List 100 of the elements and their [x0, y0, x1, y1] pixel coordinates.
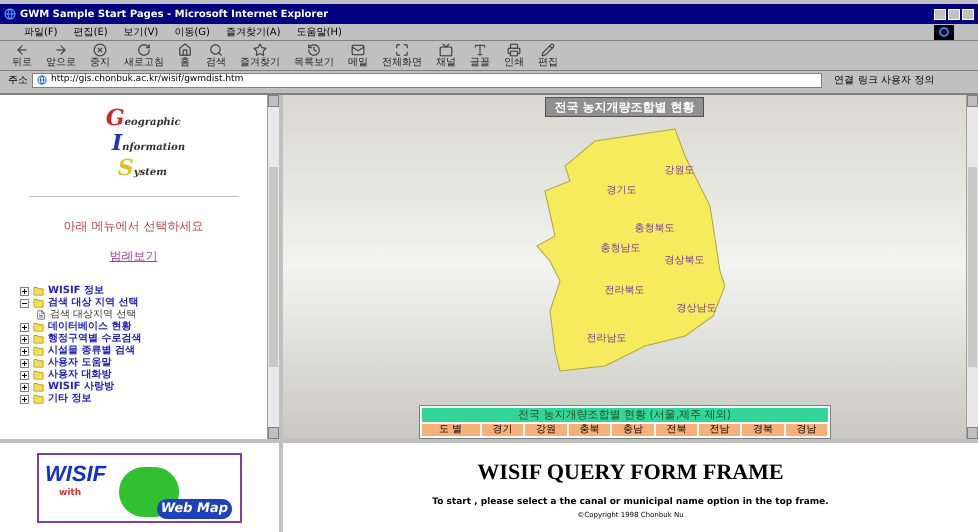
- plus-icon[interactable]: [20, 370, 29, 380]
- tree-item[interactable]: 시설물 종류별 검색: [20, 345, 142, 357]
- menu-item[interactable]: 보기(V): [124, 24, 158, 40]
- fullscreen-icon: [395, 43, 409, 57]
- folder-icon: [33, 358, 44, 368]
- toolbar-button[interactable]: 즐겨찾기: [240, 43, 280, 68]
- table-cell[interactable]: 전북: [656, 424, 697, 436]
- window-title: GWM Sample Start Pages - Microsoft Internet Explorer: [20, 8, 328, 22]
- menu-item[interactable]: 편집(E): [74, 24, 108, 40]
- table-cell[interactable]: 경북: [742, 424, 784, 436]
- tree-label: 검색 대상 지역 선택: [48, 297, 138, 309]
- province-label[interactable]: 충청북도: [634, 221, 674, 236]
- table-cell[interactable]: 경기: [482, 424, 524, 436]
- plus-icon[interactable]: [20, 394, 29, 404]
- toolbar-button[interactable]: 글꼴: [470, 43, 490, 68]
- page-icon: [37, 75, 47, 85]
- folder-icon: [33, 322, 44, 332]
- plus-icon[interactable]: [20, 358, 29, 368]
- folder-icon: [33, 298, 44, 308]
- frame-heading: WISIF QUERY FORM FRAME: [477, 458, 784, 486]
- pencil-icon: [541, 43, 555, 57]
- toolbar-button[interactable]: 뒤로: [12, 43, 32, 68]
- folder-icon: [33, 370, 44, 380]
- table-title: 전국 농지개량조합별 현황 (서울,제주 제외): [422, 408, 828, 422]
- page-icon: [36, 310, 46, 320]
- menu-item[interactable]: 파일(F): [24, 24, 58, 40]
- prompt-text: 아래 메뉴에서 선택하세요: [64, 218, 204, 235]
- tree-label: 데이터베이스 현황: [48, 321, 132, 333]
- toolbar-button[interactable]: 메일: [348, 43, 368, 68]
- tree-item[interactable]: 검색 대상 지역 선택: [20, 297, 142, 309]
- link[interactable]: 링크 사용자 정의: [858, 72, 934, 88]
- tree-item[interactable]: 기타 정보: [20, 393, 142, 405]
- toolbar-button[interactable]: 전체화면: [382, 43, 422, 68]
- menu-item[interactable]: 도움말(H): [296, 24, 342, 40]
- window-control-icon[interactable]: [962, 8, 974, 20]
- tree-item[interactable]: 사용자 대화방: [20, 369, 142, 381]
- table-cell[interactable]: 도 별: [422, 424, 480, 436]
- province-label[interactable]: 전라북도: [604, 283, 644, 298]
- table-cell[interactable]: 강원: [525, 424, 567, 436]
- table-cell[interactable]: 경남: [786, 424, 828, 436]
- toolbar-button[interactable]: 채널: [436, 43, 456, 68]
- plus-icon[interactable]: [20, 334, 29, 344]
- province-label[interactable]: 경기도: [606, 183, 636, 198]
- toolbar-button[interactable]: 편집: [538, 43, 558, 68]
- folder-icon: [33, 286, 44, 296]
- folder-icon: [33, 382, 44, 392]
- mail-icon: [351, 43, 365, 57]
- toolbar-button[interactable]: 앞으로: [46, 43, 76, 68]
- print-icon: [507, 43, 521, 57]
- instruction-text: To start , please select a the canal or municipal name option in the top frame.: [432, 496, 829, 509]
- legend-link[interactable]: 범례보기: [110, 247, 158, 265]
- table-cell[interactable]: 충북: [568, 424, 610, 436]
- toolbar-button[interactable]: 검색: [206, 43, 226, 68]
- province-label[interactable]: 충청남도: [600, 241, 640, 256]
- province-label[interactable]: 경상북도: [664, 253, 704, 268]
- toolbar-button[interactable]: 홈: [178, 43, 192, 68]
- toolbar-button[interactable]: 중지: [90, 43, 110, 68]
- plus-icon[interactable]: [20, 286, 29, 296]
- tree-label: 사용자 도움말: [48, 357, 112, 369]
- tree-item[interactable]: 사용자 도움말: [20, 357, 142, 369]
- address-field[interactable]: http://gis.chonbuk.ac.kr/wisif/gwmdist.htm: [32, 72, 822, 88]
- province-label[interactable]: 경상남도: [676, 301, 716, 316]
- window-control-icon[interactable]: [948, 8, 960, 20]
- map-title: 전국 농지개량조합별 현황: [545, 97, 704, 117]
- browser-icon: [4, 8, 16, 20]
- tree-item[interactable]: WISIF 사랑방: [20, 381, 142, 393]
- menu-item[interactable]: 이동(G): [174, 24, 210, 40]
- wisif-web-map-logo: WISIF with Web Map: [37, 452, 242, 522]
- table-cell[interactable]: 전남: [699, 424, 740, 436]
- table-cell[interactable]: 충남: [612, 424, 654, 436]
- tree-label: 행정구역별 수로검색: [48, 333, 142, 345]
- toolbar-button[interactable]: 새로고침: [124, 43, 164, 68]
- tv-icon: [439, 43, 453, 57]
- refresh-icon: [137, 43, 151, 57]
- folder-icon: [33, 334, 44, 344]
- province-label[interactable]: 강원도: [664, 163, 694, 178]
- scrollbar[interactable]: [267, 95, 279, 439]
- history-icon: [307, 43, 321, 57]
- province-label[interactable]: 전라남도: [586, 331, 626, 346]
- toolbar-button[interactable]: 목록보기: [294, 43, 334, 68]
- search-icon: [209, 43, 223, 57]
- tree-label: 시설물 종류별 검색: [48, 345, 135, 357]
- tree-item[interactable]: WISIF 정보: [20, 285, 142, 297]
- window-control-icon[interactable]: [934, 8, 946, 20]
- font-icon: [473, 43, 487, 57]
- address-label: 주소: [8, 74, 28, 88]
- tree-label: WISIF 사랑방: [48, 381, 114, 393]
- tree-item[interactable]: 행정구역별 수로검색: [20, 333, 142, 345]
- plus-icon[interactable]: [20, 346, 29, 356]
- plus-icon[interactable]: [20, 322, 29, 332]
- home-icon: [178, 43, 192, 57]
- plus-icon[interactable]: [20, 382, 29, 392]
- folder-icon: [33, 346, 44, 356]
- toolbar-button[interactable]: 인쇄: [504, 43, 524, 68]
- scrollbar[interactable]: [966, 95, 978, 439]
- minus-icon[interactable]: [20, 298, 29, 308]
- tree-item[interactable]: 검색 대상지역 선택: [36, 309, 142, 321]
- menu-item[interactable]: 즐겨찾기(A): [226, 24, 281, 40]
- tree-item[interactable]: 데이터베이스 현황: [20, 321, 142, 333]
- star-icon: [253, 43, 267, 57]
